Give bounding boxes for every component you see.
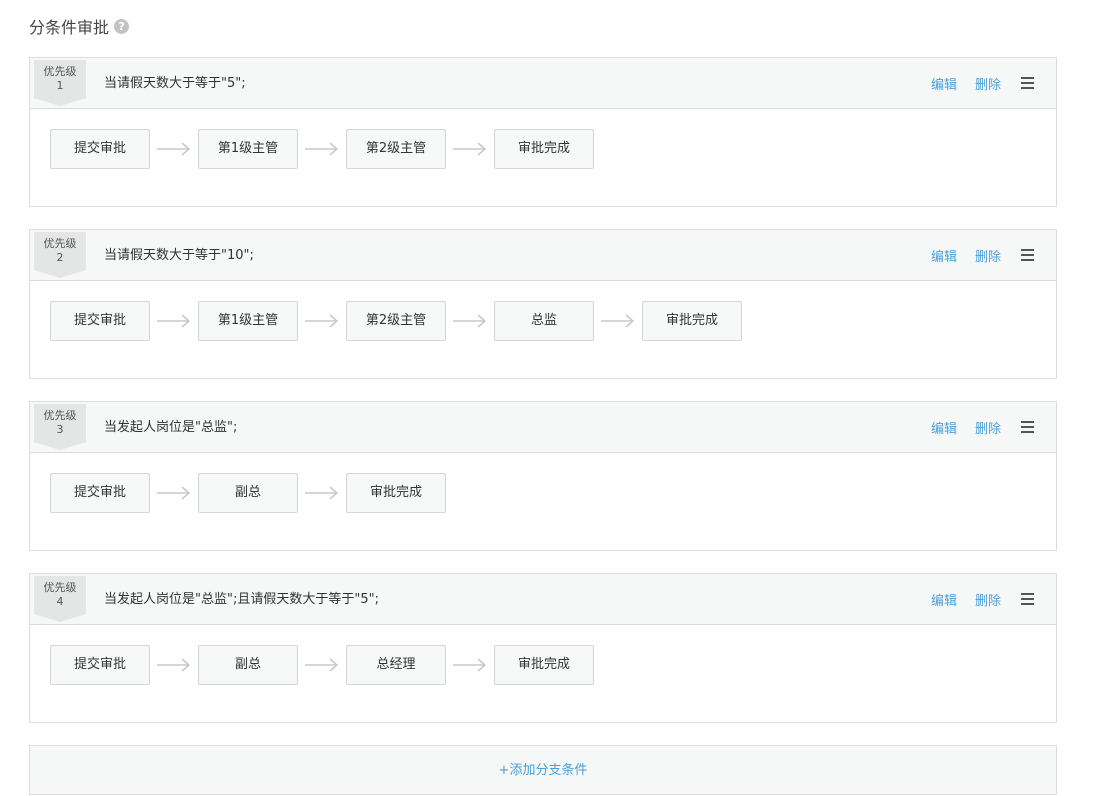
priority-badge: 优先级 3 [34,404,86,450]
flow-arrow-icon [298,301,346,341]
condition-text: 当请假天数大于等于"5"; [104,76,246,91]
priority-number: 1 [56,79,64,92]
flow-arrow-icon [150,473,198,513]
conditional-approval-page: 分条件审批 ? 优先级 1 当请假天数大于等于"5"; 编辑 删除 提交审批 第1级主管 第2… [0,0,1113,796]
approval-flow: 提交审批 副总 审批完成 [50,473,446,513]
flow-arrow-icon [298,473,346,513]
delete-link[interactable]: 删除 [975,418,1001,437]
flow-step[interactable]: 提交审批 [50,473,150,513]
condition-body: 提交审批 第1级主管 第2级主管 总监 审批完成 [30,281,1056,379]
flow-step[interactable]: 审批完成 [346,473,446,513]
flow-step[interactable]: 副总 [198,473,298,513]
priority-number: 4 [56,595,64,608]
condition-card: 优先级 3 当发起人岗位是"总监"; 编辑 删除提交审批 副总 审批完成 [29,401,1057,551]
condition-body: 提交审批 第1级主管 第2级主管 审批完成 [30,109,1056,207]
flow-step[interactable]: 第1级主管 [198,301,298,341]
drag-handle-icon[interactable] [1021,77,1034,89]
flow-step[interactable]: 第2级主管 [346,301,446,341]
flow-step[interactable]: 提交审批 [50,301,150,341]
approval-flow: 提交审批 副总 总经理 审批完成 [50,645,594,685]
delete-link[interactable]: 删除 [975,74,1001,93]
condition-header: 优先级 4 当发起人岗位是"总监";且请假天数大于等于"5"; 编辑 删除 [30,574,1056,625]
condition-body: 提交审批 副总 总经理 审批完成 [30,625,1056,723]
section-title-text: 分条件审批 [29,18,110,37]
priority-number: 2 [56,251,64,264]
flow-step[interactable]: 总经理 [346,645,446,685]
flow-step[interactable]: 审批完成 [494,645,594,685]
delete-link[interactable]: 删除 [975,246,1001,265]
flow-step[interactable]: 提交审批 [50,645,150,685]
approval-flow: 提交审批 第1级主管 第2级主管 审批完成 [50,129,594,169]
condition-header: 优先级 3 当发起人岗位是"总监"; 编辑 删除 [30,402,1056,453]
help-icon[interactable]: ? [114,18,130,34]
priority-badge: 优先级 2 [34,232,86,278]
drag-handle-icon[interactable] [1021,249,1034,261]
condition-header: 优先级 2 当请假天数大于等于"10"; 编辑 删除 [30,230,1056,281]
priority-label: 优先级 [43,65,77,78]
priority-number: 3 [56,423,64,436]
priority-label: 优先级 [43,409,77,422]
flow-step[interactable]: 总监 [494,301,594,341]
flow-arrow-icon [150,645,198,685]
flow-step[interactable]: 副总 [198,645,298,685]
edit-link[interactable]: 编辑 [931,590,957,609]
condition-actions: 编辑 删除 [913,416,1034,438]
flow-arrow-icon [150,129,198,169]
flow-step[interactable]: 审批完成 [494,129,594,169]
drag-handle-icon[interactable] [1021,421,1034,433]
flow-step[interactable]: 第1级主管 [198,129,298,169]
edit-link[interactable]: 编辑 [931,74,957,93]
priority-label: 优先级 [43,237,77,250]
section-title: 分条件审批 ? [29,15,130,37]
flow-arrow-icon [446,645,494,685]
condition-actions: 编辑 删除 [913,72,1034,94]
approval-flow: 提交审批 第1级主管 第2级主管 总监 审批完成 [50,301,742,341]
condition-card: 优先级 2 当请假天数大于等于"10"; 编辑 删除提交审批 第1级主管 第2级主管 总监 审批… [29,229,1057,379]
condition-text: 当发起人岗位是"总监";且请假天数大于等于"5"; [104,592,379,607]
flow-arrow-icon [150,301,198,341]
priority-label: 优先级 [43,581,77,594]
flow-arrow-icon [298,645,346,685]
flow-step[interactable]: 提交审批 [50,129,150,169]
condition-actions: 编辑 删除 [913,244,1034,266]
priority-badge: 优先级 4 [34,576,86,622]
condition-header: 优先级 1 当请假天数大于等于"5"; 编辑 删除 [30,58,1056,109]
flow-arrow-icon [446,301,494,341]
flow-step[interactable]: 审批完成 [642,301,742,341]
flow-arrow-icon [446,129,494,169]
add-branch-button[interactable]: +添加分支条件 [29,745,1057,795]
condition-text: 当请假天数大于等于"10"; [104,248,254,263]
flow-arrow-icon [594,301,642,341]
flow-arrow-icon [298,129,346,169]
condition-card: 优先级 1 当请假天数大于等于"5"; 编辑 删除提交审批 第1级主管 第2级主管 审批完成 [29,57,1057,207]
condition-actions: 编辑 删除 [913,588,1034,610]
drag-handle-icon[interactable] [1021,593,1034,605]
edit-link[interactable]: 编辑 [931,246,957,265]
flow-step[interactable]: 第2级主管 [346,129,446,169]
condition-card: 优先级 4 当发起人岗位是"总监";且请假天数大于等于"5"; 编辑 删除提交审批 副总 总… [29,573,1057,723]
delete-link[interactable]: 删除 [975,590,1001,609]
condition-text: 当发起人岗位是"总监"; [104,420,238,435]
priority-badge: 优先级 1 [34,60,86,106]
condition-body: 提交审批 副总 审批完成 [30,453,1056,551]
edit-link[interactable]: 编辑 [931,418,957,437]
